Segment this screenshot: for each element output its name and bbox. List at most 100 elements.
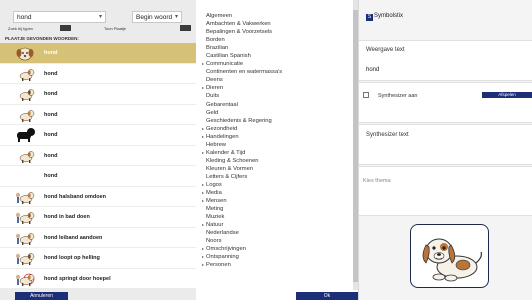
category-item[interactable]: ▸ Media bbox=[202, 189, 282, 197]
ok-button[interactable]: Ok bbox=[296, 292, 358, 300]
search-value[interactable]: hond bbox=[17, 14, 31, 21]
category-item[interactable]: ▸ Handelingen bbox=[202, 133, 282, 141]
category-label: Handelingen bbox=[206, 133, 239, 140]
category-label: Natuur bbox=[206, 222, 224, 229]
result-label: hond bbox=[44, 50, 58, 56]
result-row[interactable]: hond springt door hoepel bbox=[0, 268, 196, 289]
category-label: Geschiedenis & Regering bbox=[206, 117, 272, 124]
result-label: hond loopt op helling bbox=[44, 255, 100, 261]
symbol-library-title: S Symbolstix bbox=[366, 13, 403, 21]
play-button[interactable]: Afspelen bbox=[482, 92, 532, 98]
category-label: Borden bbox=[206, 37, 225, 44]
display-text-field[interactable]: hond bbox=[366, 67, 379, 73]
result-row[interactable]: hond bbox=[0, 63, 196, 84]
category-item[interactable]: Noors bbox=[202, 237, 282, 245]
dog-spotted-icon bbox=[14, 148, 36, 164]
category-item[interactable]: Castilian Spanish bbox=[202, 52, 282, 60]
category-label: Personen bbox=[206, 262, 231, 269]
category-label: Deens bbox=[206, 77, 223, 84]
category-label: Dieren bbox=[206, 85, 224, 92]
dog-face-icon bbox=[14, 45, 36, 61]
category-item[interactable]: Borden bbox=[202, 36, 282, 44]
chevron-down-icon[interactable]: ▾ bbox=[175, 14, 178, 21]
category-label: Kleuren & Vormen bbox=[206, 165, 254, 172]
results-list: hond hond hond hond hond hond hond hond halsban… bbox=[0, 43, 196, 300]
category-item[interactable]: ▸ Omschrijvingen bbox=[202, 245, 282, 253]
match-mode-value[interactable]: Begin woord bbox=[136, 14, 172, 21]
category-item[interactable]: ▸ Ontspanning bbox=[202, 253, 282, 261]
category-item[interactable]: ▸ Natuur bbox=[202, 221, 282, 229]
category-item[interactable]: Nederlandse bbox=[202, 229, 282, 237]
dog-slope-icon bbox=[14, 250, 36, 266]
category-label: Ontspanning bbox=[206, 254, 239, 261]
category-item[interactable]: ▸ Dieren bbox=[202, 84, 282, 92]
dog-bath-icon bbox=[14, 209, 36, 225]
result-row[interactable]: hond loopt op helling bbox=[0, 248, 196, 269]
dog-lying-icon bbox=[14, 107, 36, 123]
result-row[interactable]: hond bbox=[0, 84, 196, 105]
category-item[interactable]: ▸ Personen bbox=[202, 261, 282, 269]
result-row[interactable]: hond bbox=[0, 145, 196, 166]
category-item[interactable]: ▸ Mensen bbox=[202, 197, 282, 205]
category-item[interactable]: Geschiedenis & Regering bbox=[202, 117, 282, 125]
synthesizer-checkbox[interactable] bbox=[363, 92, 369, 98]
category-item[interactable]: Gebarentaal bbox=[202, 101, 282, 109]
result-label: hond bbox=[44, 70, 58, 77]
category-item[interactable]: Algemeen bbox=[202, 12, 282, 20]
category-item[interactable]: ▸ Communicatie bbox=[202, 60, 282, 68]
match-mode-select[interactable]: Begin woord ▾ bbox=[132, 11, 182, 23]
category-item[interactable]: Continenten en watermassa's bbox=[202, 68, 282, 76]
theme-select[interactable]: Kies thema bbox=[363, 178, 391, 184]
cancel-button[interactable]: Annuleren bbox=[15, 292, 68, 300]
dog-collar-icon bbox=[14, 189, 36, 205]
result-row[interactable]: hond leiband aandoen bbox=[0, 227, 196, 248]
category-item[interactable]: Muziek bbox=[202, 213, 282, 221]
result-row[interactable]: hond bbox=[0, 125, 196, 146]
result-row[interactable]: hond in bad doen bbox=[0, 207, 196, 228]
category-label: Gebarentaal bbox=[206, 101, 238, 108]
category-item[interactable]: Geld bbox=[202, 109, 282, 117]
result-row[interactable]: hond halsband omdoen bbox=[0, 186, 196, 207]
category-label: Kleding & Schoenen bbox=[206, 157, 259, 164]
category-item[interactable]: Letters & Cijfers bbox=[202, 173, 282, 181]
chevron-down-icon[interactable]: ▾ bbox=[99, 14, 102, 21]
result-row[interactable]: hond bbox=[0, 166, 196, 187]
category-item[interactable]: ▸ Gezondheid bbox=[202, 125, 282, 133]
category-label: Brazilian bbox=[206, 45, 229, 52]
result-label: hond in bad doen bbox=[44, 214, 90, 220]
result-label: hond bbox=[44, 173, 58, 179]
category-item[interactable]: Brazilian bbox=[202, 44, 282, 52]
symbolstix-logo-icon: S bbox=[366, 14, 373, 21]
category-item[interactable]: Bepalingen & Voorzetsels bbox=[202, 28, 282, 36]
result-row[interactable]: hond bbox=[0, 104, 196, 125]
category-item[interactable]: ▸ Logos bbox=[202, 181, 282, 189]
category-item[interactable]: Kleding & Schoenen bbox=[202, 157, 282, 165]
result-label: hond bbox=[44, 111, 58, 118]
category-item[interactable]: Ambachten & Vakwerken bbox=[202, 20, 282, 28]
symbol-preview bbox=[410, 224, 489, 288]
category-item[interactable]: Meting bbox=[202, 205, 282, 213]
results-header: PLAATJE GEVONDEN WOORDEN: bbox=[5, 36, 79, 41]
dog-black-icon bbox=[14, 127, 36, 143]
display-text-label: Weergave text bbox=[366, 47, 405, 53]
category-label: Continenten en watermassa's bbox=[206, 69, 283, 76]
category-item[interactable]: Deens bbox=[202, 76, 282, 84]
category-label: Communicatie bbox=[206, 61, 244, 68]
show-image-toggle[interactable] bbox=[180, 25, 191, 31]
search-input[interactable]: hond ▾ bbox=[13, 11, 106, 23]
category-panel: Algemeen Ambachten & Vakwerken Bepalingen … bbox=[197, 0, 358, 300]
result-row[interactable]: hond bbox=[0, 43, 196, 64]
category-item[interactable]: Duits bbox=[202, 92, 282, 100]
category-label: Noors bbox=[206, 238, 222, 245]
search-while-typing-toggle[interactable] bbox=[60, 25, 71, 31]
synthesizer-on-label: Synthesizer aan bbox=[378, 93, 418, 99]
category-label: Logos bbox=[206, 181, 222, 188]
theme-section bbox=[359, 166, 532, 216]
category-label: Meting bbox=[206, 206, 224, 213]
category-label: Letters & Cijfers bbox=[206, 173, 248, 180]
result-label: hond bbox=[44, 132, 58, 138]
dog-standing-icon bbox=[14, 86, 36, 102]
category-item[interactable]: Hebrew bbox=[202, 141, 282, 149]
category-item[interactable]: Kleuren & Vormen bbox=[202, 165, 282, 173]
category-item[interactable]: ▸ Kalender & Tijd bbox=[202, 149, 282, 157]
